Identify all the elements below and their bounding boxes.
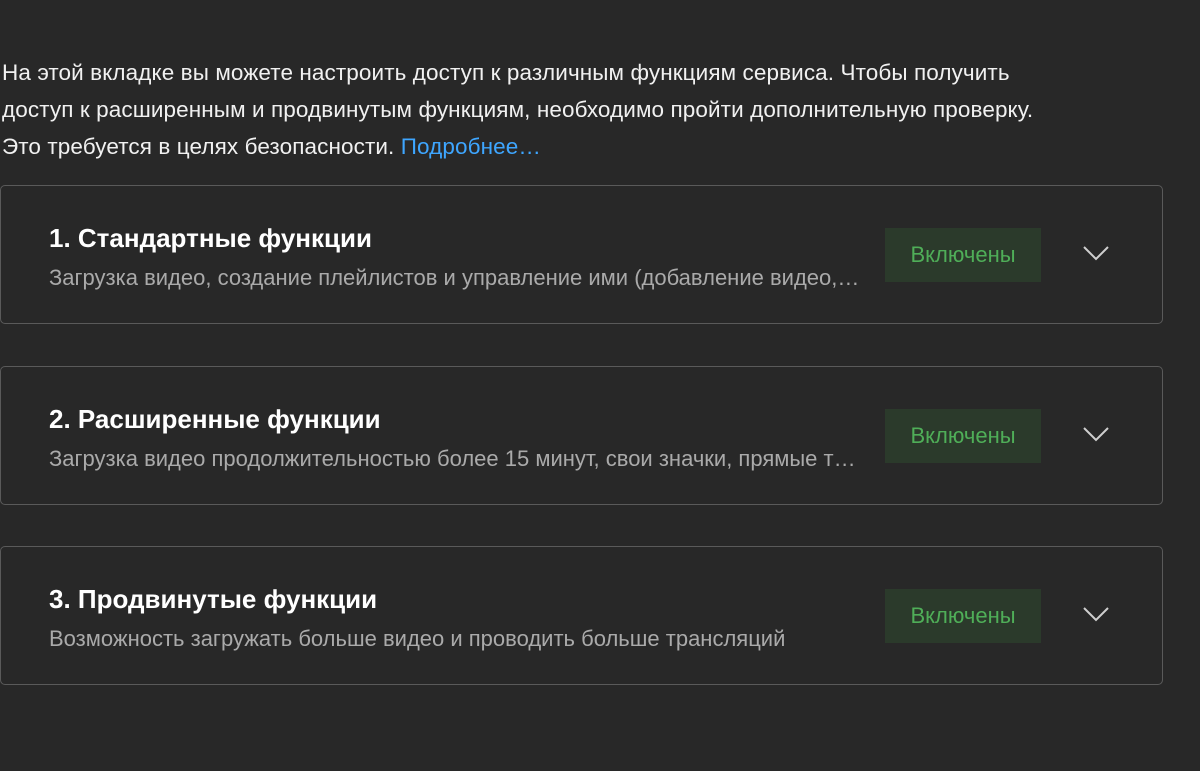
chevron-down-icon[interactable] <box>1081 419 1111 449</box>
intro-line-2: доступ к расширенным и продвинутым функц… <box>2 97 1034 122</box>
feature-card-extended[interactable]: 2. Расширенные функции Загрузка видео пр… <box>0 366 1163 505</box>
status-badge: Включены <box>885 228 1041 282</box>
feature-card-advanced[interactable]: 3. Продвинутые функции Возможность загру… <box>0 546 1163 685</box>
intro-line-3: Это требуется в целях безопасности. Подр… <box>2 128 1192 165</box>
intro-text: На этой вкладке вы можете настроить дост… <box>2 54 1192 165</box>
feature-card-title: 2. Расширенные функции <box>49 404 381 434</box>
status-badge: Включены <box>885 409 1041 463</box>
feature-card-description: Возможность загружать больше видео и про… <box>49 626 786 651</box>
feature-card-description: Загрузка видео, создание плейлистов и уп… <box>49 265 864 290</box>
feature-card-standard[interactable]: 1. Стандартные функции Загрузка видео, с… <box>0 185 1163 324</box>
intro-line-3-text: Это требуется в целях безопасности. <box>2 134 395 159</box>
intro-line-1: На этой вкладке вы можете настроить дост… <box>2 60 1010 85</box>
chevron-down-icon[interactable] <box>1081 238 1111 268</box>
learn-more-link[interactable]: Подробнее… <box>401 134 541 159</box>
chevron-down-icon[interactable] <box>1081 599 1111 629</box>
status-badge: Включены <box>885 589 1041 643</box>
feature-card-description: Загрузка видео продолжительностью более … <box>49 446 864 471</box>
feature-card-title: 3. Продвинутые функции <box>49 584 378 614</box>
feature-card-title: 1. Стандартные функции <box>49 223 372 253</box>
feature-access-page: На этой вкладке вы можете настроить дост… <box>0 0 1200 771</box>
